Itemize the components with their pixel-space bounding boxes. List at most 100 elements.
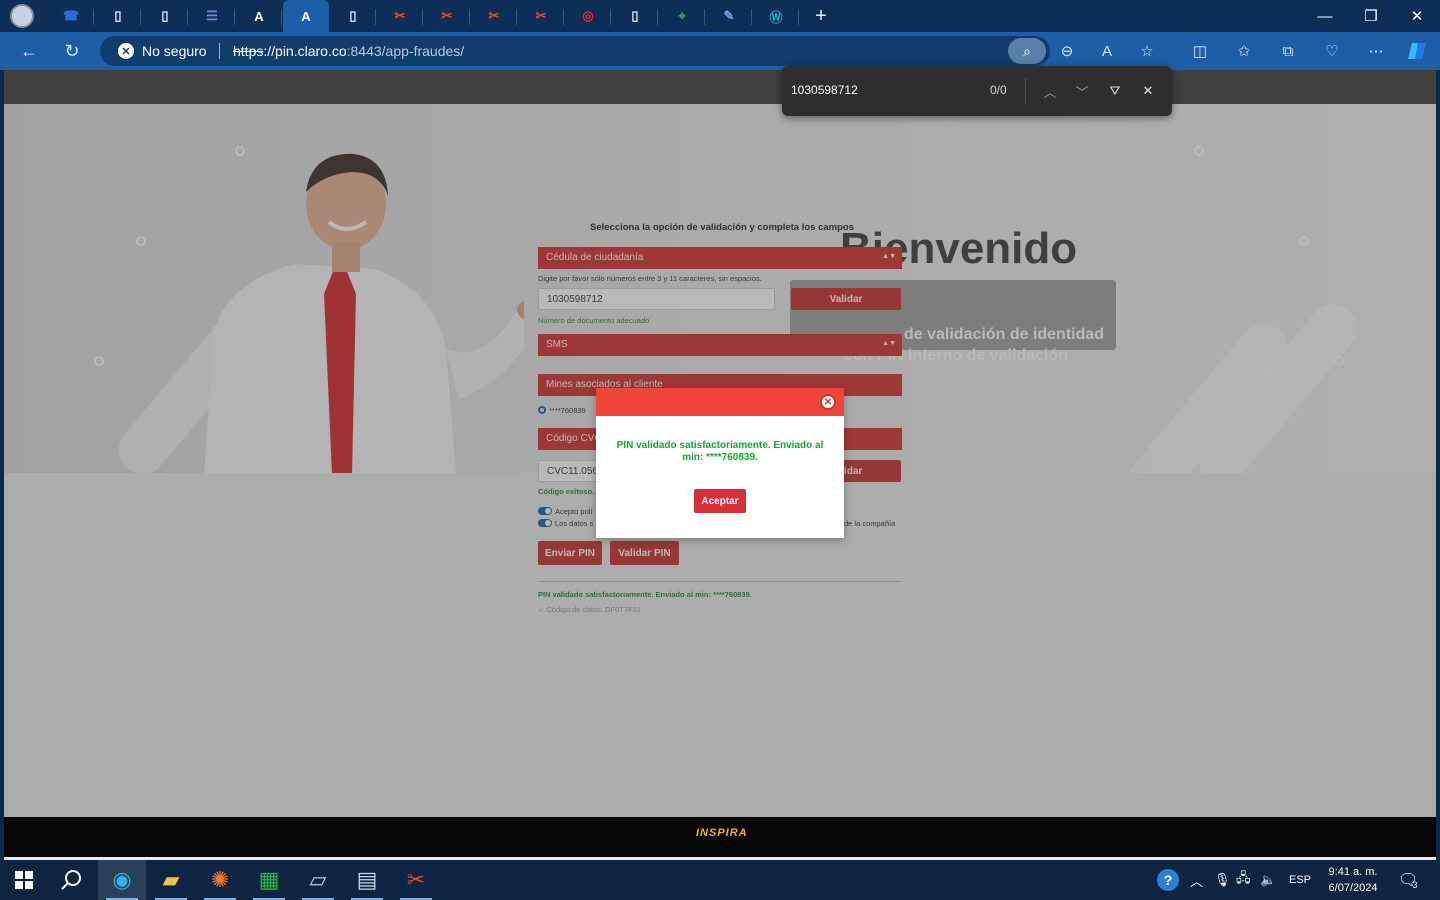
browser-tab[interactable]: A — [283, 0, 329, 32]
not-secure-icon: ✕ — [118, 43, 134, 59]
microphone-icon: 🎙 — [1214, 872, 1231, 887]
page-icon: ▯ — [114, 8, 122, 23]
browser-essentials-button[interactable]: ♡ — [1321, 40, 1343, 62]
tab-separator — [375, 9, 376, 25]
split-screen-button[interactable]: ◫ — [1189, 40, 1211, 62]
app-orange-icon: ✺ — [210, 867, 230, 892]
browser-tab[interactable]: Ⓦ — [753, 2, 799, 30]
taskbar-app[interactable]: ✂ — [392, 860, 440, 900]
browser-tab[interactable]: ✂ — [518, 2, 564, 30]
tab-separator — [704, 9, 705, 25]
browser-tab[interactable]: ▯ — [612, 2, 658, 30]
browser-tab[interactable]: ▯ — [330, 2, 376, 30]
new-tab-button[interactable]: + — [798, 2, 844, 30]
scissors-icon: ✂ — [488, 8, 500, 23]
close-window-button[interactable]: ✕ — [1394, 0, 1440, 32]
claro-icon: ◎ — [582, 8, 594, 23]
accept-button[interactable]: Aceptar — [694, 489, 746, 513]
tab-separator — [140, 9, 141, 25]
more-menu-button[interactable]: ⋯ — [1365, 40, 1387, 62]
taskbar-app[interactable]: ▤ — [343, 860, 391, 900]
find-on-page-button[interactable]: ⌕ — [1008, 38, 1046, 64]
minimize-button[interactable]: — — [1302, 0, 1348, 32]
page-icon: ▯ — [161, 8, 169, 23]
find-input[interactable]: 1030598712 — [791, 83, 858, 97]
clock-time: 9:41 a. m. — [1328, 866, 1378, 878]
restore-button[interactable]: ❐ — [1348, 0, 1394, 32]
map-pin-icon: ⌖ — [678, 8, 686, 23]
volume-tray-icon[interactable]: 🔈 — [1260, 860, 1276, 900]
browser-toolbar: ← ↻ ✕ No seguro https://pin.claro.co:844… — [0, 32, 1440, 70]
dialog-close-button[interactable]: ✕ — [820, 394, 836, 410]
microphone-tray-icon[interactable]: 🎙 — [1214, 860, 1231, 900]
snip-icon: ✂ — [406, 867, 426, 892]
browser-tab[interactable]: ✂ — [377, 2, 423, 30]
browser-tab[interactable]: ☎ — [48, 2, 94, 30]
tab-separator — [422, 9, 423, 25]
tab-separator — [93, 9, 94, 25]
back-button[interactable]: ← — [16, 39, 42, 63]
tab-separator — [751, 9, 752, 25]
windows-logo-icon — [15, 871, 33, 889]
close-circle-icon: ✕ — [823, 396, 833, 408]
find-previous-button[interactable]: ︿ — [1039, 80, 1061, 102]
collections-button[interactable]: ⧉ — [1277, 40, 1299, 62]
taskbar-app[interactable]: ▰ — [147, 860, 195, 900]
calculator-icon: ▤ — [356, 867, 378, 892]
find-icon: ⌕ — [1023, 42, 1031, 59]
collections-icon: ⧉ — [1282, 42, 1294, 60]
favorites-button[interactable]: ✩ — [1233, 40, 1255, 62]
arrow-left-icon: ← — [20, 40, 38, 61]
browser-tab[interactable]: ✂ — [471, 2, 517, 30]
help-tray-icon[interactable]: ? — [1157, 860, 1179, 900]
refresh-button[interactable]: ↻ — [59, 39, 85, 63]
browser-tab[interactable]: ⌖ — [659, 2, 705, 30]
browser-tab[interactable]: ◎ — [565, 2, 611, 30]
clock[interactable]: 9:41 a. m. 6/07/2024 — [1318, 860, 1388, 900]
refresh-icon: ↻ — [64, 40, 80, 61]
browser-tab[interactable]: A — [236, 2, 282, 30]
success-dialog: ✕ PIN validado satisfactoriamente. Envia… — [596, 388, 844, 538]
browser-tab[interactable]: ✂ — [424, 2, 470, 30]
search-icon — [61, 870, 81, 890]
address-bar[interactable]: ✕ No seguro https://pin.claro.co:8443/ap… — [100, 36, 1050, 66]
network-tray-icon[interactable]: 🖧 — [1236, 860, 1251, 900]
find-bar: 1030598712 0/0 ︿ ﹀ ⛛ ✕ — [782, 66, 1172, 116]
zoom-out-icon: ⊖ — [1060, 43, 1074, 60]
tab-separator — [516, 9, 517, 25]
taskbar-app[interactable]: ✺ — [196, 860, 244, 900]
url-text[interactable]: https://pin.claro.co:8443/app-fraudes/ — [233, 43, 464, 59]
find-next-button[interactable]: ﹀ — [1071, 80, 1093, 102]
taskbar-app[interactable]: ▱ — [294, 860, 342, 900]
start-button[interactable] — [0, 860, 48, 900]
favorite-button[interactable]: ☆ — [1136, 40, 1158, 62]
browser-tab[interactable]: ☰ — [189, 2, 235, 30]
find-filter-button[interactable]: ⛛ — [1104, 80, 1126, 102]
browser-tab[interactable]: ▯ — [95, 2, 141, 30]
read-aloud-button[interactable]: A — [1096, 40, 1118, 62]
browser-tab[interactable]: ▯ — [142, 2, 188, 30]
show-hidden-icons-button[interactable]: ︿ — [1190, 860, 1203, 900]
plus-icon: + — [815, 4, 827, 27]
browser-tab[interactable]: ✎ — [706, 2, 752, 30]
taskbar-app[interactable]: ▦ — [245, 860, 293, 900]
tab-separator — [469, 9, 470, 25]
page-viewport: Bienvenido de validación de identidad co… — [4, 70, 1436, 860]
notifications-button[interactable]: 🗨 3 — [1398, 860, 1418, 900]
tab-strip: ☎ ▯ ▯ ☰ A A ▯ ✂ ✂ ✂ ✂ ◎ ▯ ⌖ ✎ Ⓦ + — ❐ ✕ — [0, 0, 1440, 32]
security-label[interactable]: No seguro — [142, 43, 207, 59]
copilot-button[interactable] — [1406, 40, 1428, 62]
inspira-logo: INSPIRA — [696, 827, 748, 839]
address-divider — [219, 43, 220, 59]
zoom-out-button[interactable]: ⊖ — [1056, 40, 1078, 62]
spreadsheet-icon: ▦ — [258, 867, 280, 892]
scissors-icon: ✂ — [441, 8, 453, 23]
tw-icon: Ⓦ — [769, 9, 783, 25]
search-button[interactable] — [48, 860, 96, 900]
find-close-button[interactable]: ✕ — [1137, 80, 1159, 102]
language-indicator[interactable]: ESP — [1289, 860, 1311, 900]
taskbar-app[interactable]: ◉ — [98, 860, 146, 900]
restore-icon: ❐ — [1364, 8, 1378, 25]
profile-avatar[interactable] — [10, 4, 34, 28]
notepad-icon: ▱ — [309, 867, 327, 892]
